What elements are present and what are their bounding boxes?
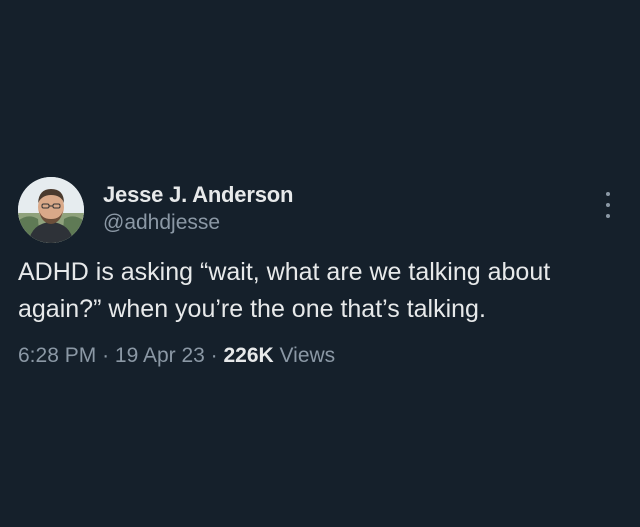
more-dot <box>606 203 610 207</box>
more-dot <box>606 192 610 196</box>
views-count[interactable]: 226K <box>224 344 274 367</box>
tweet-time[interactable]: 6:28 PM <box>18 344 96 367</box>
author-names: Jesse J. Anderson @adhdjesse <box>103 182 293 236</box>
more-options-icon[interactable] <box>602 192 614 218</box>
tweet-header: Jesse J. Anderson @adhdjesse <box>18 176 622 244</box>
author-handle[interactable]: @adhdjesse <box>103 210 293 236</box>
profile-photo-icon <box>18 177 84 243</box>
avatar[interactable] <box>18 177 84 243</box>
tweet-date[interactable]: 19 Apr 23 <box>115 344 205 367</box>
tweet-meta: 6:28 PM · 19 Apr 23 · 226K Views <box>18 342 622 370</box>
meta-separator: · <box>210 344 218 367</box>
more-dot <box>606 214 610 218</box>
meta-separator: · <box>102 344 110 367</box>
tweet-card[interactable]: Jesse J. Anderson @adhdjesse ADHD is ask… <box>18 176 622 370</box>
views-label: Views <box>279 344 336 367</box>
author-display-name[interactable]: Jesse J. Anderson <box>103 182 293 208</box>
tweet-text: ADHD is asking “wait, what are we talkin… <box>18 258 551 323</box>
